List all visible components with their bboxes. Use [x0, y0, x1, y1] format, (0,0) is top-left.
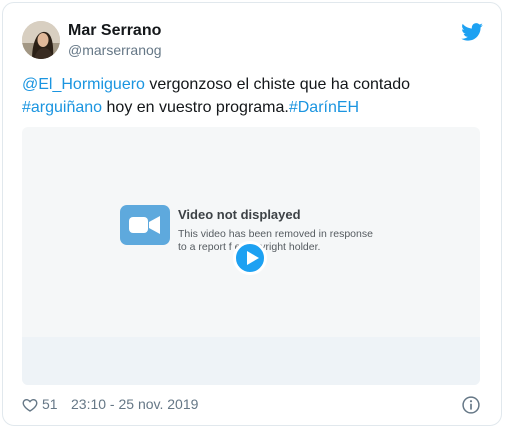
info-icon[interactable]	[461, 395, 481, 415]
tweet-text-segment: vergonzoso el chiste que ha contado	[144, 76, 411, 93]
user-handle[interactable]: @marserranog	[68, 42, 162, 58]
twitter-bird-icon[interactable]	[461, 23, 483, 41]
tweet-timestamp[interactable]: 23:10 - 25 nov. 2019	[71, 396, 198, 412]
video-media[interactable]: Video not displayed This video has been …	[22, 127, 480, 385]
like-count: 51	[42, 396, 58, 412]
avatar-image	[22, 21, 60, 59]
hashtag-link-arguinano[interactable]: #arguiñano	[22, 99, 102, 116]
heart-icon[interactable]	[22, 397, 38, 413]
unavailable-title: Video not displayed	[178, 207, 301, 222]
tweet-text-segment: hoy en vuestro programa.	[102, 99, 289, 116]
display-name[interactable]: Mar Serrano	[68, 22, 161, 40]
unavailable-message-line1: This video has been removed in response	[178, 228, 373, 240]
tweet-card: Mar Serrano @marserranog @El_Hormiguero …	[2, 2, 502, 426]
play-button[interactable]	[233, 241, 267, 275]
mention-link[interactable]: @El_Hormiguero	[22, 76, 145, 93]
media-bottom-band	[22, 337, 480, 385]
avatar[interactable]	[22, 21, 60, 59]
hashtag-link-darineh[interactable]: #DarínEH	[289, 99, 359, 116]
tweet-text: @El_Hormiguero vergonzoso el chiste que …	[22, 73, 462, 119]
video-camera-icon	[120, 205, 170, 245]
